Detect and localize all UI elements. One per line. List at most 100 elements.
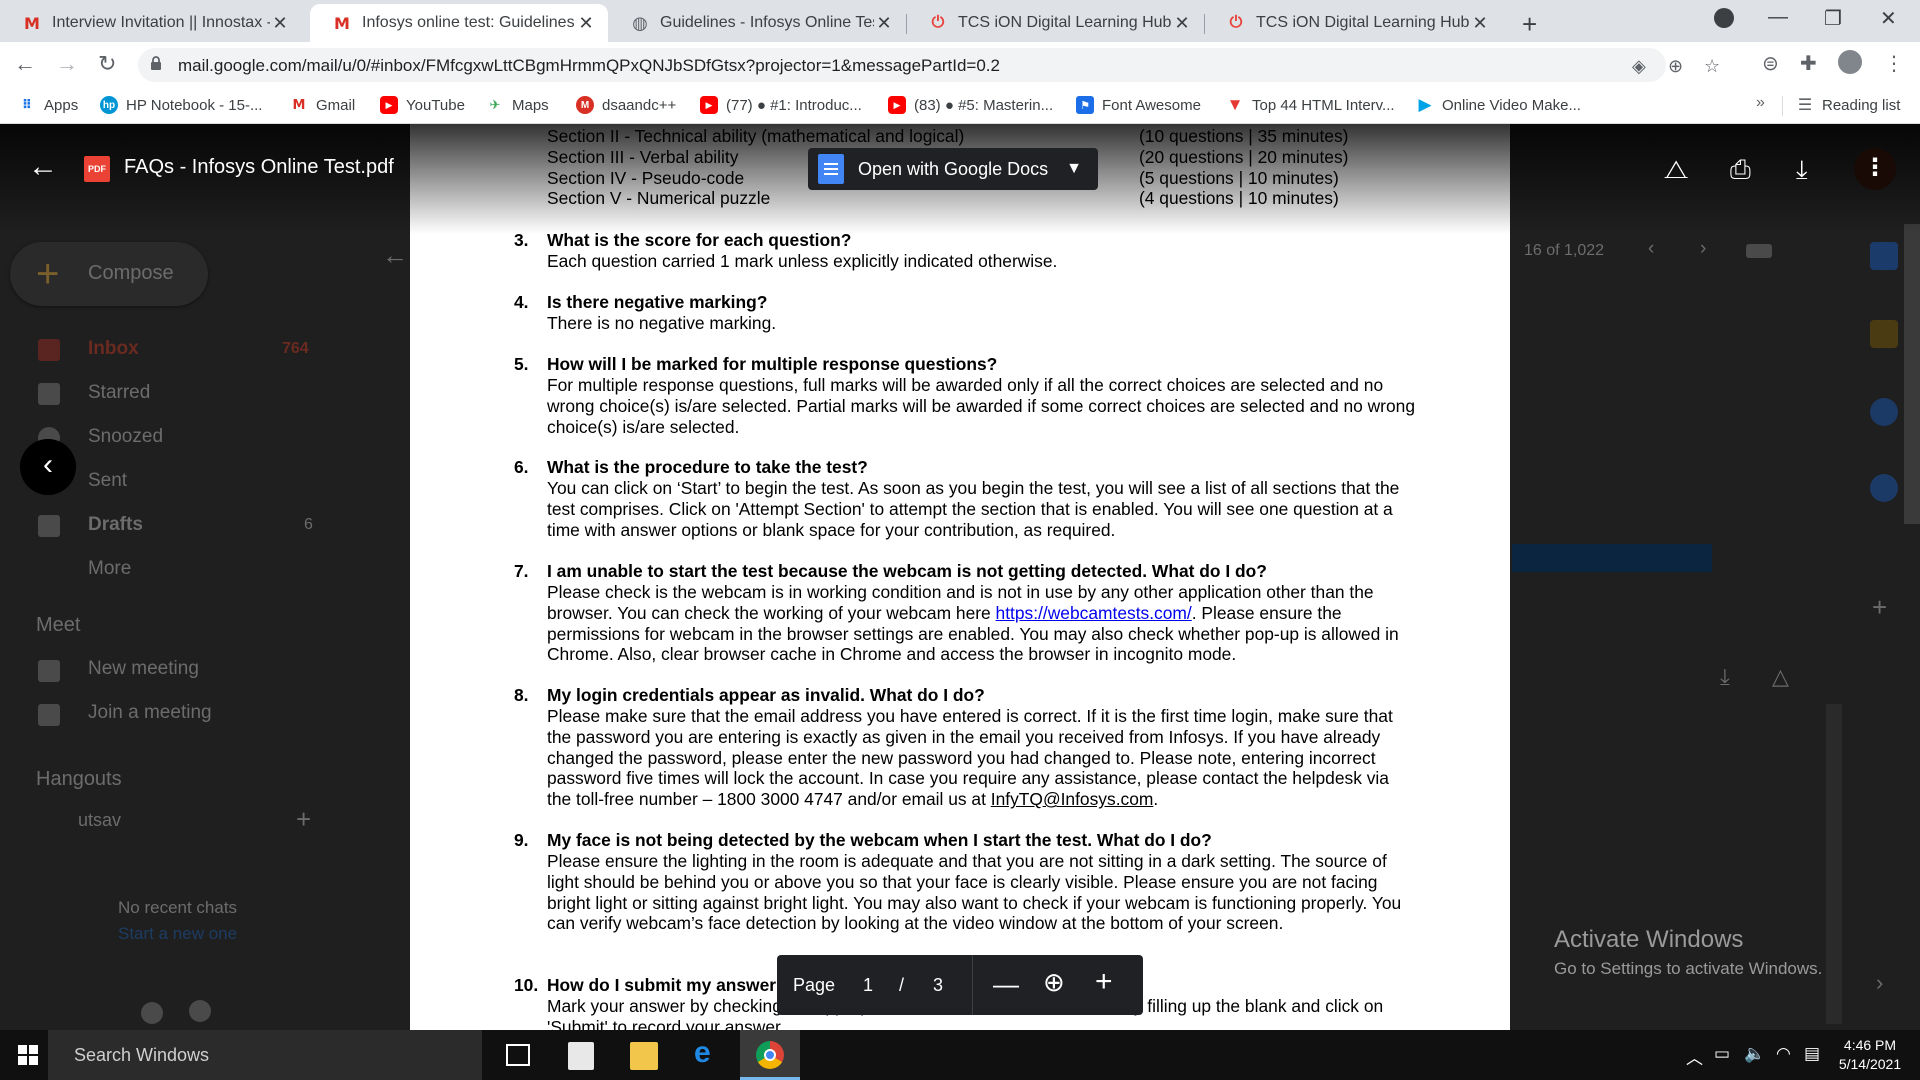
play-icon: ▶: [1418, 95, 1432, 114]
faq-question: How will I be marked for multiple respon…: [547, 354, 998, 374]
start-new-chat-link[interactable]: Start a new one: [118, 924, 237, 944]
task-view-icon[interactable]: [506, 1044, 530, 1066]
bookmark-introduc[interactable]: ▶ (77) ● #1: Introduc...: [700, 96, 862, 114]
more-bookmarks-chevron-icon[interactable]: »: [1756, 94, 1765, 112]
more-options-kebab-icon[interactable]: ⋮: [1854, 148, 1896, 190]
tab-guidelines-pdf[interactable]: ◍ Guidelines - Infosys Online Test.p ✕: [608, 4, 906, 42]
close-icon[interactable]: ✕: [1470, 13, 1490, 34]
tab-title: TCS iON Digital Learning Hub: [958, 14, 1172, 31]
join-meeting-link[interactable]: Join a meeting: [88, 702, 212, 724]
tab-tcs-ion-1[interactable]: ⏻ TCS iON Digital Learning Hub ✕: [906, 4, 1204, 42]
restore-icon[interactable]: ❐: [1824, 6, 1842, 31]
side-panel-chevron-icon: ›: [1876, 970, 1884, 995]
forward-arrow-icon[interactable]: →: [56, 51, 78, 77]
extension-sync-icon[interactable]: ⊜: [1762, 51, 1779, 76]
nav-sent[interactable]: Sent: [88, 470, 127, 492]
bookmark-font-awesome[interactable]: ⚑ Font Awesome: [1076, 96, 1201, 114]
battery-icon[interactable]: ▭: [1714, 1044, 1730, 1064]
back-arrow-icon[interactable]: ←: [14, 51, 36, 77]
close-viewer-arrow-icon[interactable]: ←: [28, 150, 58, 184]
bookmark-apps[interactable]: ⠿ Apps: [18, 96, 78, 114]
edge-icon[interactable]: e: [694, 1036, 711, 1069]
faq-number: 10.: [514, 975, 539, 995]
current-page-input[interactable]: 1: [863, 975, 873, 996]
nav-snoozed[interactable]: Snoozed: [88, 426, 163, 448]
bookmark-youtube[interactable]: ▶ YouTube: [380, 96, 465, 114]
video-icon: [38, 660, 60, 682]
zoom-reset-magnifier-icon[interactable]: ⊕: [1043, 967, 1065, 998]
nav-more[interactable]: More: [88, 558, 131, 580]
menu-kebab-icon[interactable]: ⋮: [1884, 51, 1904, 76]
bookmark-masterin[interactable]: ▶ (83) ● #5: Masterin...: [888, 96, 1053, 114]
show-hidden-icons-chevron-icon[interactable]: ︿: [1686, 1044, 1703, 1069]
tab-interview-invitation[interactable]: M Interview Invitation || Innostax - u ✕: [0, 4, 302, 42]
bookmark-label: Gmail: [316, 96, 356, 114]
youtube-icon: ▶: [888, 96, 906, 114]
close-icon[interactable]: ✕: [576, 13, 596, 34]
bookmark-maps[interactable]: ✈ Maps: [486, 96, 549, 114]
email-scrollbar[interactable]: [1826, 704, 1842, 1024]
bookmark-star-icon[interactable]: ☆: [1704, 56, 1720, 77]
taskbar-clock[interactable]: 4:46 PM 5/14/2021: [1830, 1036, 1910, 1074]
url-text[interactable]: mail.google.com/mail/u/0/#inbox/FMfcgxwL…: [178, 56, 1000, 76]
close-icon[interactable]: ✕: [1172, 13, 1192, 34]
reload-icon[interactable]: ↻: [98, 51, 116, 77]
bookmark-gmail[interactable]: M Gmail: [290, 96, 356, 114]
newer-chevron-icon: ‹: [1648, 238, 1655, 259]
add-to-drive-icon[interactable]: ⧍: [1664, 154, 1688, 186]
gmail-scrollbar[interactable]: [1904, 224, 1920, 524]
nav-drafts[interactable]: Drafts: [88, 514, 143, 536]
close-icon[interactable]: ✕: [874, 13, 894, 34]
bookmark-top-44-html[interactable]: ▼ Top 44 HTML Interv...: [1226, 95, 1395, 114]
hangouts-user-name[interactable]: utsav: [78, 810, 121, 831]
faq-number: 4.: [514, 292, 529, 312]
nav-starred[interactable]: Starred: [88, 382, 150, 404]
download-icon[interactable]: ⤓: [1796, 154, 1808, 186]
file-explorer-icon[interactable]: [630, 1042, 658, 1070]
bookmark-online-video-maker[interactable]: ▶ Online Video Make...: [1416, 95, 1581, 114]
install-icon[interactable]: ◈: [1632, 56, 1646, 77]
bookmark-hp-notebook[interactable]: hp HP Notebook - 15-...: [100, 96, 262, 114]
faq-answer: For multiple response questions, full ma…: [547, 375, 1415, 437]
minimize-icon[interactable]: —: [1768, 6, 1788, 29]
zoom-icon[interactable]: ⊕: [1668, 56, 1683, 77]
zoom-out-icon[interactable]: —: [993, 969, 1019, 1000]
inbox-count: 764: [282, 340, 309, 357]
profile-avatar-icon[interactable]: [1838, 50, 1862, 74]
helpdesk-email-link[interactable]: InfyTQ@Infosys.com: [991, 789, 1154, 809]
reading-list-button[interactable]: ☰ Reading list: [1796, 96, 1901, 115]
add-chat-plus-icon[interactable]: +: [296, 804, 311, 835]
meet-heading: Meet: [36, 614, 81, 636]
windows-search-input[interactable]: Search Windows: [48, 1030, 482, 1080]
chrome-taskbar-button[interactable]: [740, 1030, 800, 1080]
previous-file-chevron-icon[interactable]: ‹: [20, 439, 76, 495]
nav-inbox[interactable]: Inbox: [88, 338, 139, 360]
lock-icon: [151, 56, 161, 70]
faq-answer-text: Please make sure that the email address …: [547, 706, 1393, 810]
bookmark-separator: [1782, 96, 1783, 116]
tab-search-icon[interactable]: [1714, 8, 1734, 28]
extensions-puzzle-icon[interactable]: ✚: [1800, 51, 1817, 76]
wifi-icon[interactable]: ◠: [1776, 1044, 1791, 1064]
compose-plus-icon: +: [36, 252, 60, 296]
volume-icon[interactable]: 🔈: [1744, 1044, 1765, 1064]
new-meeting-link[interactable]: New meeting: [88, 658, 199, 680]
bookmarks-bar: ⠿ Apps hp HP Notebook - 15-... M Gmail ▶…: [0, 88, 1920, 124]
store-icon[interactable]: [568, 1042, 594, 1070]
faq-question: What is the score for each question?: [547, 230, 852, 250]
close-icon[interactable]: ✕: [270, 13, 290, 34]
faq-answer: Please check is the webcam is in working…: [547, 582, 1417, 665]
open-with-google-docs-button[interactable]: Open with Google Docs ▼: [808, 148, 1098, 190]
tab-tcs-ion-2[interactable]: ⏻ TCS iON Digital Learning Hub ✕: [1204, 4, 1502, 42]
webcam-test-link[interactable]: https://webcamtests.com/: [996, 603, 1192, 623]
action-center-icon[interactable]: ▤: [1804, 1044, 1820, 1064]
close-window-icon[interactable]: ✕: [1880, 6, 1897, 31]
tab-infosys-online-test[interactable]: M Infosys online test: Guidelines an ✕: [310, 4, 608, 42]
compose-button[interactable]: + Compose: [10, 242, 208, 306]
address-bar[interactable]: mail.google.com/mail/u/0/#inbox/FMfcgxwL…: [138, 48, 1720, 82]
print-icon[interactable]: ⎙: [1730, 154, 1751, 186]
bookmark-dsaandc[interactable]: M dsaandc++: [576, 96, 676, 114]
zoom-in-icon[interactable]: +: [1095, 965, 1113, 999]
windows-start-icon[interactable]: [18, 1045, 38, 1065]
new-tab-plus-icon[interactable]: +: [1522, 9, 1537, 40]
